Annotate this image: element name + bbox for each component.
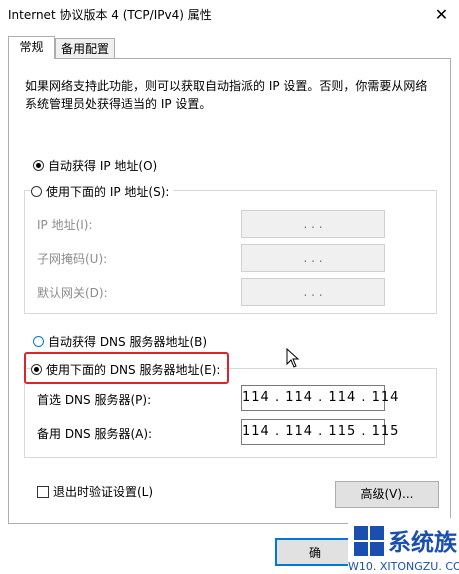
tab-general[interactable]: 常规: [8, 36, 55, 59]
default-gateway-label: 默认网关(D):: [37, 286, 108, 300]
subnet-mask-input: . . .: [241, 244, 385, 272]
radio-unchecked-icon: [33, 336, 44, 347]
alternate-dns-label: 备用 DNS 服务器(A):: [37, 427, 153, 441]
watermark-url: W10. XITONGZU. COM: [348, 560, 459, 573]
ip-address-label: IP 地址(I):: [37, 218, 93, 232]
radio-unchecked-icon: [31, 186, 42, 197]
radio-manual-ip[interactable]: 使用下面的 IP 地址(S):: [31, 183, 174, 200]
radio-manual-ip-label: 使用下面的 IP 地址(S):: [46, 185, 170, 199]
radio-checked-icon: [33, 160, 44, 171]
windows-logo-icon: [354, 526, 384, 556]
advanced-button[interactable]: 高级(V)...: [335, 481, 439, 508]
description-text: 如果网络支持此功能，则可以获取自动指派的 IP 设置。否则，你需要从网络系统管理…: [25, 79, 428, 111]
radio-auto-dns[interactable]: 自动获得 DNS 服务器地址(B): [33, 333, 207, 350]
alternate-dns-input[interactable]: 114 . 114 . 115 . 115: [241, 419, 398, 445]
validate-checkbox-label: 退出时验证设置(L): [53, 485, 154, 499]
subnet-mask-dots: . . .: [303, 251, 323, 265]
preferred-dns-label: 首选 DNS 服务器(P):: [37, 393, 152, 407]
ip-address-dots: . . .: [303, 217, 323, 231]
default-gateway-input: . . .: [241, 278, 385, 306]
preferred-dns-input[interactable]: 114 . 114 . 114 . 114: [241, 385, 398, 411]
mouse-cursor-icon: [286, 348, 300, 368]
close-icon[interactable]: ✕: [424, 0, 459, 30]
watermark-brand: 系统族: [388, 530, 457, 556]
radio-auto-ip-label: 自动获得 IP 地址(O): [48, 159, 158, 173]
default-gateway-dots: . . .: [303, 285, 323, 299]
watermark-logo: 系统族 W10. XITONGZU. COM: [348, 518, 459, 574]
validate-checkbox[interactable]: 退出时验证设置(L): [37, 483, 153, 500]
tab-alternate-config[interactable]: 备用配置: [55, 38, 115, 59]
subnet-mask-label: 子网掩码(U):: [37, 252, 108, 266]
checkbox-icon: [37, 485, 49, 498]
radio-auto-dns-label: 自动获得 DNS 服务器地址(B): [48, 335, 208, 349]
ip-address-input: . . .: [241, 210, 385, 238]
window-title: Internet 协议版本 4 (TCP/IPv4) 属性: [8, 8, 212, 22]
highlight-box: [24, 352, 229, 384]
radio-auto-ip[interactable]: 自动获得 IP 地址(O): [33, 157, 157, 174]
ok-button[interactable]: 确: [275, 538, 355, 566]
title-bar: Internet 协议版本 4 (TCP/IPv4) 属性 ✕: [0, 0, 459, 30]
